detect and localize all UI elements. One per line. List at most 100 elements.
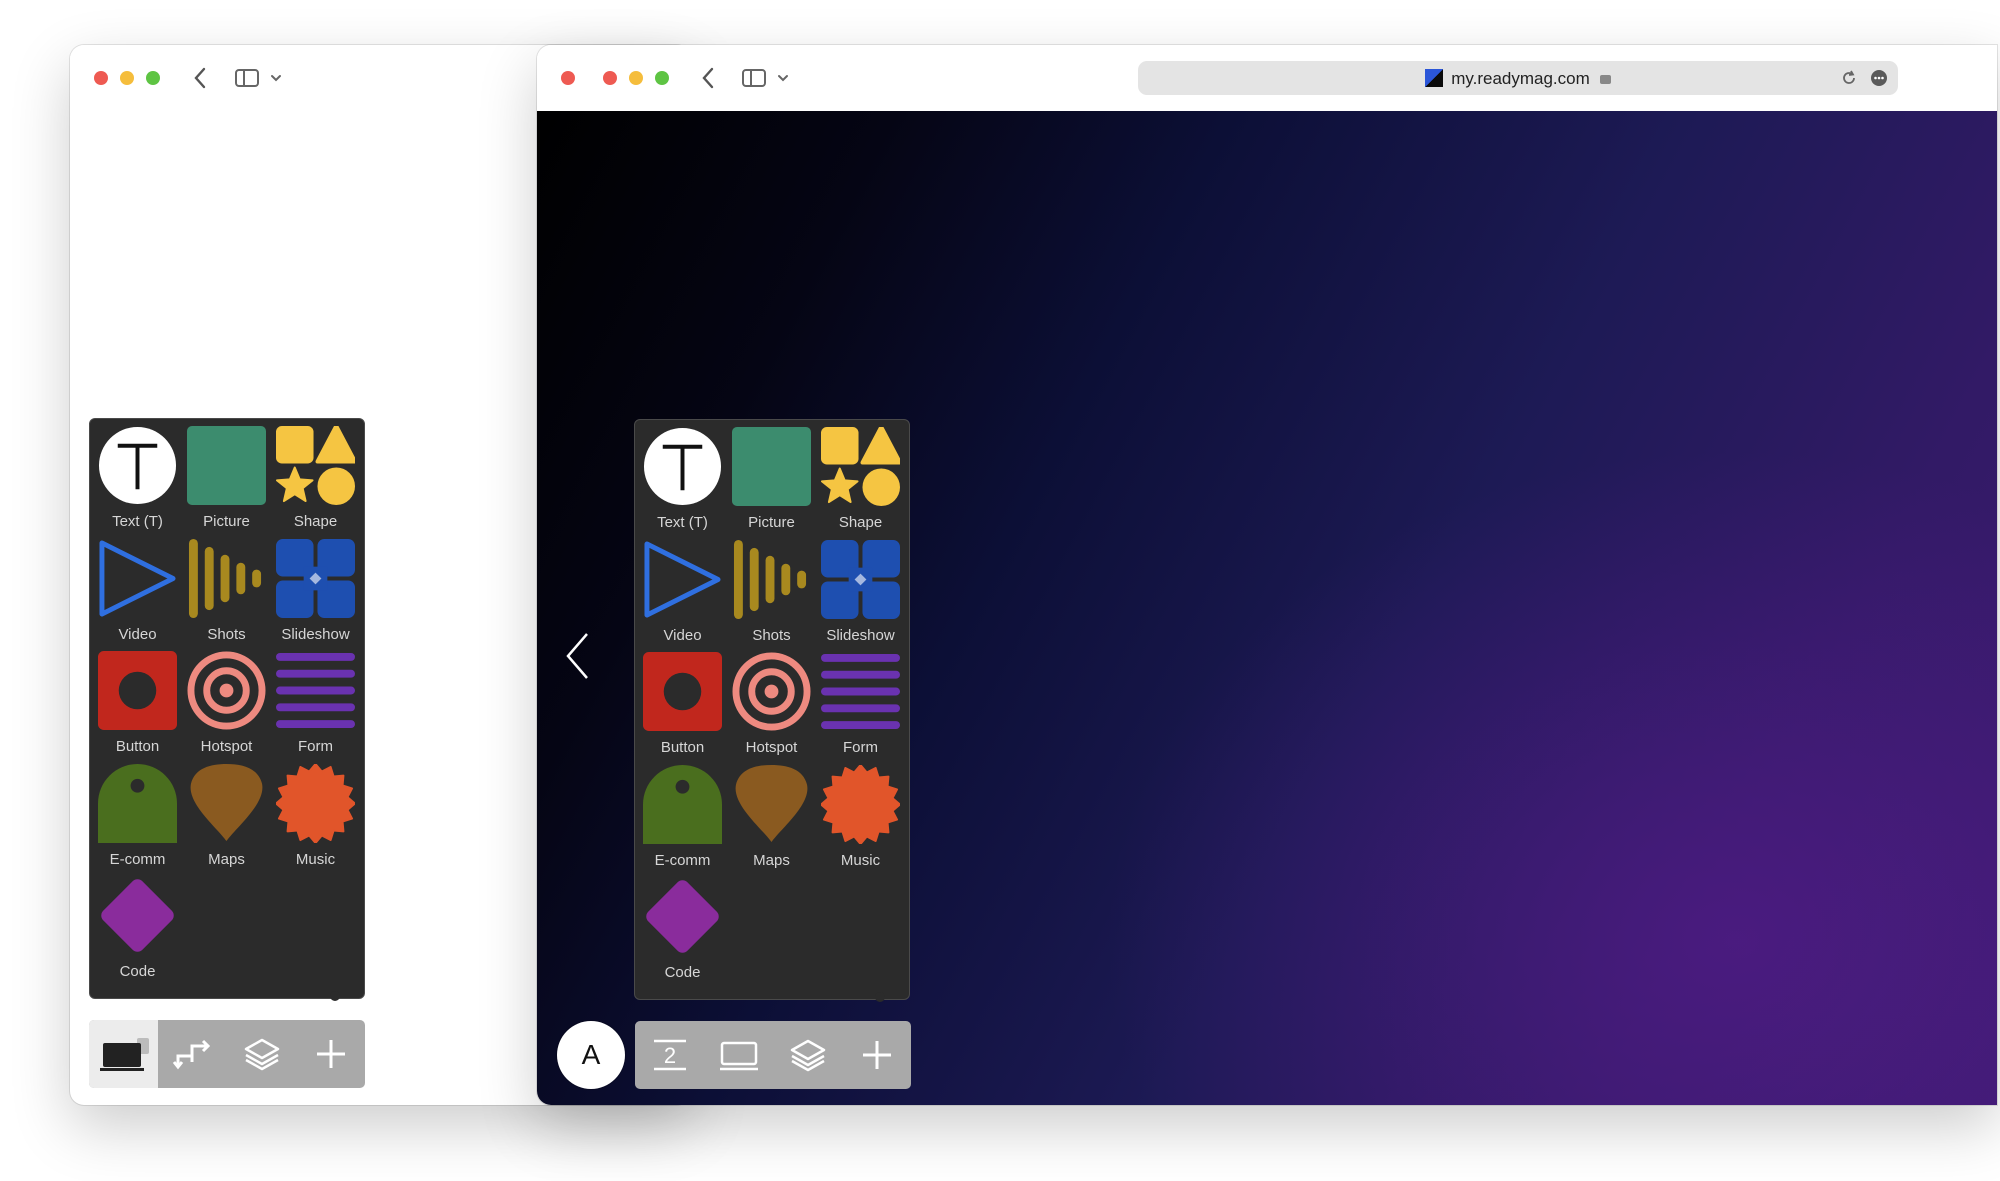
widget-label: E-comm [109,850,166,868]
bottom-toolbar [89,1020,365,1088]
widget-shape-tile[interactable]: Shape [271,420,360,533]
page-icon: 2 [653,1039,686,1071]
widget-label: Text (T) [657,514,708,531]
sidebar-toggle-button[interactable] [230,65,290,91]
close-window-button[interactable] [603,71,617,85]
widget-form-tile[interactable]: Form [271,645,360,758]
code-icon [98,876,177,955]
widget-label: Slideshow [281,625,350,643]
zoom-window-button[interactable] [146,71,160,85]
add-widget-button[interactable] [296,1020,365,1088]
layers-button[interactable] [227,1020,296,1088]
widget-label: Button [660,739,705,756]
widget-label: Picture [748,514,795,531]
layers-button[interactable] [773,1021,842,1089]
form-icon [821,652,900,731]
widget-label: Music [840,851,881,869]
widget-form-tile[interactable]: Form [816,646,905,759]
widget-ecomm-tile[interactable]: E-comm [93,758,182,871]
previous-page-arrow-icon[interactable] [563,631,593,681]
page-number-button[interactable]: 2 [635,1021,704,1089]
sidebar-toggle-button[interactable] [737,65,797,91]
video-icon [98,539,177,618]
widget-maps-tile[interactable]: Maps [182,758,271,871]
hotspot-icon [732,652,811,731]
sidebar-icon [742,69,788,87]
text-icon [98,426,177,505]
add-widget-button[interactable] [842,1021,911,1089]
more-options-icon[interactable] [1870,69,1888,87]
widget-maps-tile[interactable]: Maps [727,759,816,872]
reload-icon[interactable] [1840,69,1858,87]
widget-label: Music [295,850,336,868]
panel-pointer [875,992,885,1002]
widget-label: Hotspot [745,739,798,756]
widget-slideshow-tile[interactable]: Slideshow [271,533,360,646]
url-label: my.readymag.com [1451,69,1590,88]
user-avatar[interactable]: A [557,1021,625,1089]
widget-code-tile[interactable]: Code [638,871,727,984]
hotspot-icon [187,651,266,730]
transition-arrows-icon [172,1039,210,1070]
widget-video-tile[interactable]: Video [93,533,182,646]
widget-label: Shots [752,626,791,644]
widget-slideshow-tile[interactable]: Slideshow [816,534,905,647]
widget-label: Form [843,739,878,756]
widget-button-tile[interactable]: Button [638,646,727,759]
widget-panel: Text (T) Picture Shape Video Shots Slideshow B… [634,419,910,1002]
widget-label: Maps [753,851,790,869]
maps-icon [732,764,811,844]
widget-hotspot-tile[interactable]: Hotspot [182,645,271,758]
widget-ecomm-tile[interactable]: E-comm [638,759,727,872]
chevron-left-icon [194,67,206,89]
widget-picture-tile[interactable]: Picture [182,420,271,533]
widget-panel: Text (T) Picture Shape Video Shots Slideshow B… [89,418,365,1001]
widget-label: Slideshow [826,626,895,644]
widget-music-tile[interactable]: Music [271,758,360,871]
back-button[interactable] [185,65,215,91]
widget-code-tile[interactable]: Code [93,870,182,983]
widget-music-tile[interactable]: Music [816,759,905,872]
close-tab-dot[interactable] [561,71,575,85]
address-bar[interactable]: my.readymag.com [1138,61,1898,95]
zoom-window-button[interactable] [655,71,669,85]
viewport-button[interactable] [704,1021,773,1089]
widget-text-tile[interactable]: Text (T) [638,421,727,534]
shots-icon [187,538,266,618]
link-button[interactable] [158,1020,227,1088]
widget-shots-tile[interactable]: Shots [182,533,271,646]
editor-canvas[interactable]: Text (T) Picture Shape Video Shots Slideshow B… [537,111,1997,1105]
music-icon [820,763,901,845]
widget-button-tile[interactable]: Button [93,645,182,758]
sidebar-icon [235,69,281,87]
avatar-letter: A [581,1039,601,1070]
widget-label: Maps [208,850,245,868]
desktop: { "browser": { "url": "my.readymag.com" … [0,0,2000,1181]
picture-icon [732,427,811,506]
widget-shape-tile[interactable]: Shape [816,421,905,534]
browser-toolbar: my.readymag.com [537,45,1997,111]
widget-label: Code [664,964,701,981]
shape-icon [821,425,902,506]
lock-icon [1599,75,1611,84]
widget-label: Shape [293,513,338,530]
ecomm-icon [98,763,177,843]
chevron-left-icon [702,67,714,89]
back-button[interactable] [693,65,723,91]
minimize-window-button[interactable] [120,71,134,85]
maps-icon [187,763,266,843]
widget-hotspot-tile[interactable]: Hotspot [727,646,816,759]
widget-shots-tile[interactable]: Shots [727,534,816,647]
device-button[interactable] [89,1020,158,1088]
widget-video-tile[interactable]: Video [638,534,727,647]
ecomm-icon [643,764,722,844]
widget-label: Video [118,625,157,643]
widget-text-tile[interactable]: Text (T) [93,420,182,533]
widget-picture-tile[interactable]: Picture [727,421,816,534]
page-number: 2 [663,1043,675,1068]
code-icon [643,877,722,956]
close-window-button[interactable] [94,71,108,85]
widget-label: Video [663,626,702,644]
minimize-window-button[interactable] [629,71,643,85]
button-widget-icon [643,652,722,731]
